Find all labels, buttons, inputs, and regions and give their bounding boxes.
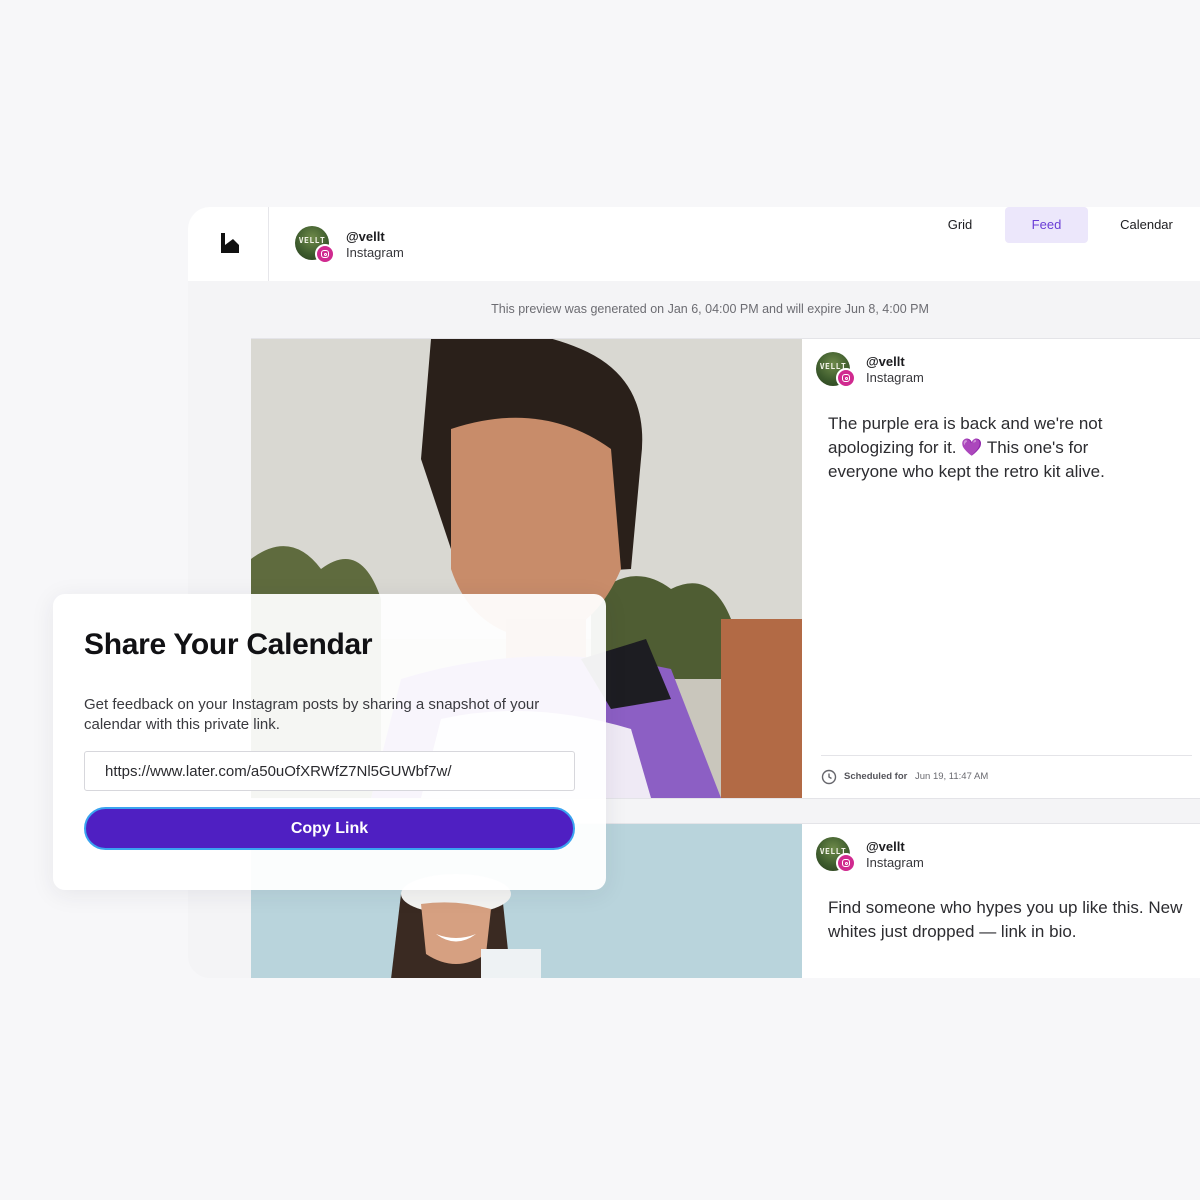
dialog-description: Get feedback on your Instagram posts by … (84, 696, 540, 733)
preview-expiry-notice: This preview was generated on Jan 6, 04:… (491, 302, 929, 316)
post-network: Instagram (866, 370, 924, 385)
share-link-field[interactable] (84, 751, 575, 791)
dialog-title: Share Your Calendar (84, 628, 373, 661)
post-handle: @vellt (866, 839, 905, 854)
account-switcher[interactable]: VELLT @vellt Instagram (295, 226, 495, 266)
post-details: VELLT @vellt Instagram The purple era is… (802, 339, 1200, 798)
instagram-icon (836, 368, 856, 388)
top-bar: VELLT @vellt Instagram Grid Feed Calenda… (188, 207, 1200, 281)
schedule-time: Jun 19, 11:47 AM (915, 771, 989, 782)
clock-icon (821, 769, 837, 785)
post-details: VELLT @vellt Instagram Find someone who … (802, 824, 1200, 978)
post-caption: The purple era is back and we're not apo… (828, 414, 1105, 481)
schedule-label: Scheduled for (844, 771, 908, 782)
instagram-icon (836, 853, 856, 873)
copy-link-button[interactable]: Copy Link (84, 807, 575, 850)
tab-grid[interactable]: Grid (920, 207, 1000, 243)
account-handle: @vellt (346, 229, 385, 244)
share-calendar-dialog: Share Your Calendar Get feedback on your… (53, 594, 606, 890)
post-handle: @vellt (866, 354, 905, 369)
tab-feed[interactable]: Feed (1005, 207, 1088, 243)
logo[interactable] (188, 207, 269, 281)
post-network: Instagram (866, 855, 924, 870)
account-network: Instagram (346, 245, 404, 260)
post-caption: Find someone who hypes you up like this.… (828, 898, 1183, 941)
instagram-icon (315, 244, 335, 264)
schedule-info: Scheduled for Jun 19, 11:47 AM (821, 755, 1192, 798)
app-logo-icon (221, 233, 239, 253)
tab-calendar[interactable]: Calendar (1098, 207, 1195, 243)
